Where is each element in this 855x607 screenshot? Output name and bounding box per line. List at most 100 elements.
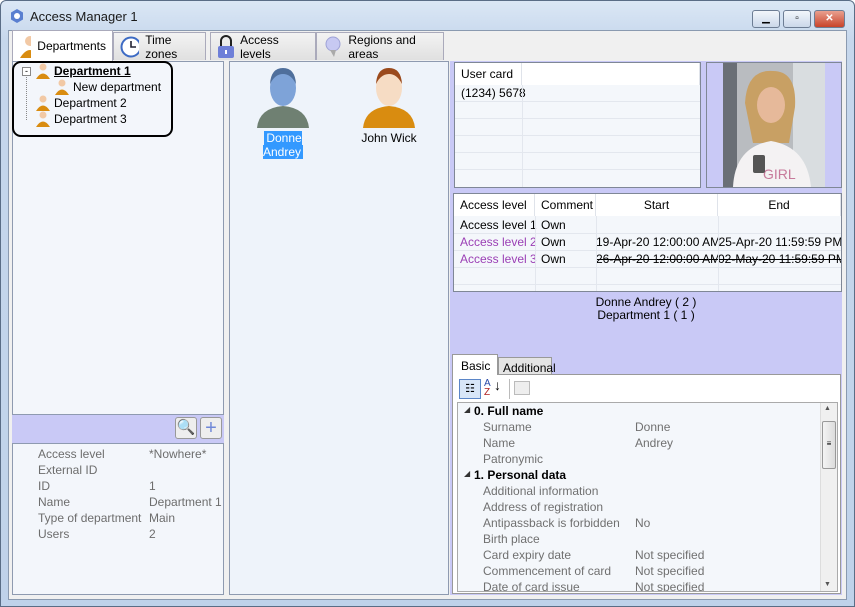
svg-text:GIRL: GIRL	[763, 166, 796, 182]
property-value[interactable]: Andrey	[635, 436, 673, 450]
summary-department: Department 1 ( 1 )	[597, 308, 695, 322]
property-value: 2	[149, 527, 156, 541]
expand-icon[interactable]: ◢	[464, 469, 470, 478]
property-value[interactable]: Not specified	[635, 564, 704, 578]
property-label[interactable]: Additional information	[483, 484, 598, 498]
table-row[interactable]: Access level 3 Own 26-Apr-20 12:00:00 AM…	[454, 251, 841, 268]
user-photo: GIRL	[723, 63, 825, 187]
categorized-icon: ☷	[465, 383, 475, 395]
tree-label: Department 2	[54, 96, 127, 110]
property-label[interactable]: Name	[483, 436, 515, 450]
card-number: (1234) 5678	[461, 86, 526, 100]
table-row[interactable]: Access level 2 Own 19-Apr-20 12:00:00 AM…	[454, 234, 841, 251]
column-header[interactable]: User card	[455, 63, 522, 85]
tree-item-department-2[interactable]: Department 2	[36, 95, 127, 111]
category-header[interactable]: 1. Personal data	[474, 468, 566, 482]
property-label: External ID	[38, 463, 98, 477]
property-label: Access level	[38, 447, 105, 461]
property-label[interactable]: Surname	[483, 420, 532, 434]
user-tile-john-wick[interactable]: John Wick	[353, 66, 425, 145]
property-label[interactable]: Commencement of card	[483, 564, 611, 578]
toolbar-separator	[509, 379, 510, 399]
person-icon	[20, 36, 32, 58]
minimize-button[interactable]: ▁	[752, 10, 780, 28]
column-header[interactable]: Access level	[454, 194, 535, 216]
sort-az-icon: AZ	[484, 378, 491, 398]
tab-departments[interactable]: Departments	[12, 30, 113, 61]
alphabetical-sort-button[interactable]: A Z ↓	[484, 378, 504, 399]
access-level-cell: Access level 3	[460, 252, 537, 266]
property-label[interactable]: Birth place	[483, 532, 540, 546]
start-cell: 26-Apr-20 12:00:00 AM	[596, 252, 721, 266]
department-icon	[36, 63, 50, 79]
comment-cell: Own	[541, 252, 566, 266]
property-label[interactable]: Patronymic	[483, 452, 543, 466]
tab-time-zones[interactable]: Time zones	[113, 32, 206, 61]
tree-label: Department 1	[54, 64, 131, 78]
comment-cell: Own	[541, 235, 566, 249]
close-button[interactable]: ✕	[814, 10, 845, 28]
tree-item-new-department[interactable]: New department	[55, 79, 161, 95]
tree-item-department-3[interactable]: Department 3	[36, 111, 127, 127]
user-photo-frame: GIRL	[706, 62, 842, 188]
end-cell: 02-May-20 11:59:59 PM	[718, 252, 842, 266]
property-label: ID	[38, 479, 50, 493]
user-tile-donne-andrey[interactable]: Donne Andrey	[247, 66, 319, 159]
property-label: Name	[38, 495, 71, 509]
tab-label: Regions and areas	[348, 32, 416, 61]
property-label[interactable]: Antipassback is forbidden	[483, 516, 620, 530]
tab-regions-and-areas[interactable]: Regions and areas	[316, 32, 444, 61]
access-levels-table: Access level Comment Start End Access le…	[453, 193, 842, 292]
property-label[interactable]: Card expiry date	[483, 548, 571, 562]
tab-additional[interactable]: Additional	[498, 357, 556, 375]
tree-label: Department 3	[54, 112, 127, 126]
window-title: Access Manager 1	[30, 9, 138, 24]
table-row[interactable]: (1234) 5678	[455, 85, 700, 102]
property-value[interactable]: No	[635, 516, 650, 530]
property-value[interactable]: Not specified	[635, 580, 704, 591]
scroll-up-icon[interactable]: ▲	[824, 405, 831, 412]
property-label[interactable]: Date of card issue	[483, 580, 580, 591]
department-icon	[36, 95, 50, 111]
property-label: Users	[38, 527, 70, 541]
tree-item-department-1[interactable]: Department 1	[36, 63, 131, 79]
tab-access-levels[interactable]: Access levels	[210, 32, 316, 61]
selection-summary: Donne Andrey ( 2 ) Department 1 ( 1 )	[450, 296, 842, 322]
categorized-view-button[interactable]: ☷	[459, 379, 481, 399]
property-value[interactable]: Donne	[635, 420, 670, 434]
column-header[interactable]: Comment	[535, 194, 596, 216]
app-logo-icon	[11, 9, 23, 23]
tree-line	[26, 77, 27, 120]
department-icon	[55, 79, 69, 95]
user-avatar-icon	[257, 68, 309, 128]
property-pages-button[interactable]	[514, 381, 530, 395]
user-name: John Wick	[361, 131, 417, 145]
search-icon: 🔍	[176, 419, 196, 436]
clock-icon	[120, 36, 140, 57]
table-row[interactable]: Access level 1 Own	[454, 217, 841, 234]
column-header[interactable]: End	[718, 194, 841, 216]
property-value: Main	[149, 511, 176, 525]
end-cell: 25-Apr-20 11:59:59 PM	[718, 235, 842, 249]
expand-icon[interactable]: ◢	[464, 405, 470, 414]
add-button[interactable]: +	[200, 417, 222, 439]
property-label: Type of department	[38, 511, 142, 525]
property-grid: ◢ 0. Full name Surname Donne Name Andrey Patro…	[457, 402, 838, 592]
column-header[interactable]: Start	[596, 194, 718, 216]
tab-label: Departments	[37, 39, 106, 53]
property-label[interactable]: Address of registration	[483, 500, 603, 514]
tree-label: New department	[73, 80, 162, 94]
user-card-grid: User card (1234) 5678	[454, 62, 701, 188]
tab-label: Access levels	[240, 32, 279, 61]
scrollbar[interactable]: ▲ ≡ ▼	[820, 403, 837, 591]
collapse-toggle[interactable]: -	[22, 67, 31, 76]
category-header[interactable]: 0. Full name	[474, 404, 543, 418]
scroll-down-icon[interactable]: ▼	[824, 581, 831, 588]
property-value[interactable]: Not specified	[635, 548, 704, 562]
property-value: Department 1	[149, 495, 222, 509]
maximize-button[interactable]: ▫	[783, 10, 811, 28]
scroll-thumb[interactable]: ≡	[822, 421, 836, 469]
tab-basic[interactable]: Basic	[452, 354, 498, 375]
search-button[interactable]: 🔍	[175, 417, 197, 439]
pin-icon	[325, 36, 341, 57]
